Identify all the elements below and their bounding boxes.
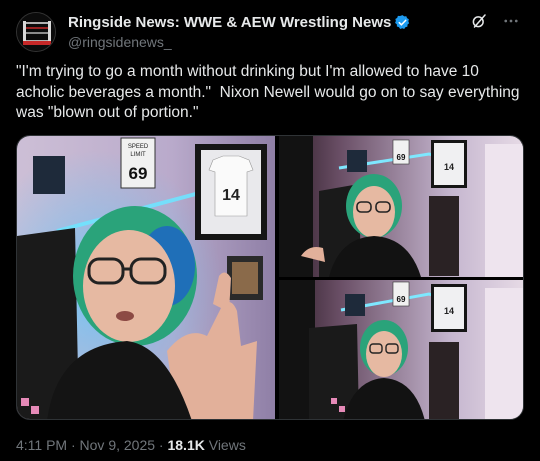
sign-value: 69 — [129, 164, 148, 183]
avatar[interactable] — [16, 12, 56, 52]
tweet-meta: 4:11 PM · Nov 9, 2025 · 18.1K Views — [16, 437, 246, 453]
views-count[interactable]: 18.1K — [167, 437, 204, 453]
jersey-number-tr: 14 — [444, 162, 454, 172]
more-options-icon[interactable] — [502, 12, 520, 30]
author-display-name[interactable]: Ringside News: WWE & AEW Wrestling News — [68, 14, 391, 31]
photo-streamer-wide-2: 69 14 — [279, 280, 523, 419]
photo-streamer-closeup: SPEED LIMIT 69 14 — [17, 136, 275, 419]
author-block[interactable]: Ringside News: WWE & AEW Wrestling News … — [68, 13, 411, 50]
sign-label-limit: LIMIT — [130, 152, 146, 158]
tweet-header: Ringside News: WWE & AEW Wrestling News … — [16, 12, 524, 52]
sign-label-speed: SPEED — [128, 144, 149, 150]
jersey-number: 14 — [222, 187, 240, 204]
photo-streamer-wide-1: 69 14 — [279, 136, 523, 277]
author-handle[interactable]: @ringsidenews_ — [68, 34, 411, 50]
views-label: Views — [204, 437, 246, 453]
verified-badge-icon — [395, 14, 410, 29]
tweet-timestamp[interactable]: 4:11 PM · Nov 9, 2025 · — [16, 437, 167, 453]
media-photo-bottom-right[interactable]: 69 14 — [279, 280, 523, 419]
media-photo-left[interactable]: SPEED LIMIT 69 14 — [17, 136, 275, 419]
media-photo-top-right[interactable]: 69 14 — [279, 136, 523, 277]
sign-value-tr: 69 — [397, 153, 406, 162]
media-grid[interactable]: SPEED LIMIT 69 14 69 14 69 14 — [16, 135, 524, 420]
grok-icon[interactable] — [470, 12, 488, 30]
wrestling-ring-logo-icon — [17, 13, 55, 51]
sign-value-br: 69 — [397, 295, 406, 304]
tweet-text: "I'm trying to go a month without drinki… — [16, 63, 524, 121]
jersey-number-br: 14 — [444, 306, 454, 316]
